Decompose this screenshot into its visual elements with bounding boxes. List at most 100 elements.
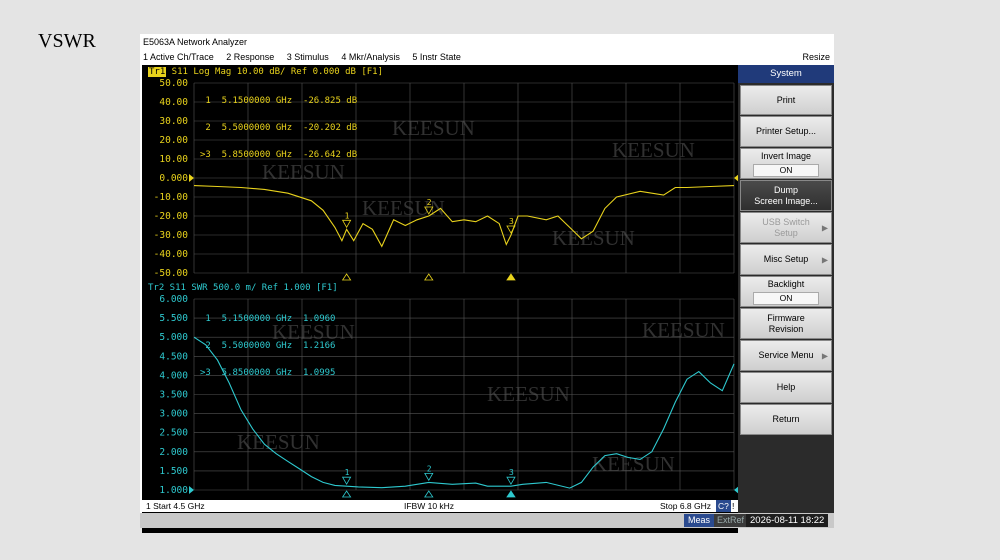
trace1-ytick: -20.00 xyxy=(154,211,189,222)
trace1-marker-label-1: 1 xyxy=(345,211,350,220)
status-line: 1 Start 4.5 GHz IFBW 10 kHz Stop 6.8 GHz… xyxy=(142,500,738,512)
watermark-text: KEESUN xyxy=(237,430,320,454)
trace2-ytick: 6.000 xyxy=(159,294,188,305)
measurement-screen: 50.00 40.00 30.00 20.00 10.00 0.000 -10.00 -20.… xyxy=(142,65,738,533)
return-button[interactable]: Return xyxy=(740,404,832,435)
printer-setup-label: Printer Setup... xyxy=(755,126,817,136)
trace1-ytick: 0.000 xyxy=(159,173,188,184)
trace2-ytick: 3.500 xyxy=(159,390,188,401)
trace1-marker-indicator-1 xyxy=(341,273,352,281)
trace2-ytick: 5.000 xyxy=(159,332,188,343)
menu-mkr-analysis[interactable]: 4 Mkr/Analysis xyxy=(341,52,400,62)
ifbw-value: IFBW 10 kHz xyxy=(404,501,455,511)
trace1-marker-label-2: 2 xyxy=(427,198,432,207)
window-title: E5063A Network Analyzer xyxy=(143,37,248,47)
watermark-text: KEESUN xyxy=(612,138,695,162)
invert-image-button[interactable]: Invert Image ON xyxy=(740,148,832,179)
trace2-marker-3 xyxy=(506,476,516,485)
dump-screen-image-button[interactable]: Dump Screen Image... xyxy=(740,180,832,211)
trace2-ytick: 3.000 xyxy=(159,409,188,420)
print-label: Print xyxy=(776,94,796,105)
backlight-value: ON xyxy=(753,291,819,305)
usb-switch-setup-button[interactable]: USB Switch Setup ▶ xyxy=(740,212,832,243)
service-menu-label: Service Menu xyxy=(758,350,814,360)
trace1-marker-indicator-3 xyxy=(506,273,516,281)
firmware-label: Firmware xyxy=(767,312,805,323)
menu-instr-state[interactable]: 5 Instr State xyxy=(412,52,461,62)
trace1-ytick: -30.00 xyxy=(154,230,189,241)
menu-response[interactable]: 2 Response xyxy=(226,52,274,62)
dump-label2: Screen Image... xyxy=(754,195,818,206)
trace2-marker-3: >3 5.8500000 GHz 1.0995 xyxy=(200,368,336,378)
analyzer-window: E5063A Network Analyzer 1 Active Ch/Trac… xyxy=(140,34,834,533)
help-label: Help xyxy=(776,382,796,392)
trace2-ytick: 4.000 xyxy=(159,370,188,381)
menu-bar: 1 Active Ch/Trace 2 Response 3 Stimulus … xyxy=(140,50,834,64)
printer-setup-button[interactable]: Printer Setup... xyxy=(740,116,832,147)
trace1-marker-table: 1 5.1500000 GHz -26.825 dB 2 5.5000000 G… xyxy=(200,79,357,178)
stop-frequency: Stop 6.8 GHz xyxy=(660,501,712,511)
warning-indicator: ! xyxy=(732,501,735,511)
trace1-ytick: 10.00 xyxy=(159,154,188,165)
trace1-ytick: -40.00 xyxy=(154,249,189,260)
print-button[interactable]: Print xyxy=(740,85,832,115)
invert-image-label: Invert Image xyxy=(760,150,812,161)
menu-active-ch-trace[interactable]: 1 Active Ch/Trace xyxy=(143,52,214,62)
chevron-right-icon: ▶ xyxy=(821,255,828,264)
firmware-revision-button[interactable]: Firmware Revision xyxy=(740,308,832,339)
misc-setup-label: Misc Setup xyxy=(763,254,809,264)
trace1-marker-label-3: 3 xyxy=(509,217,514,226)
trace2-ytick: 2.500 xyxy=(159,428,188,439)
trace1-marker-3: >3 5.8500000 GHz -26.642 dB xyxy=(200,150,358,160)
trace1-marker-1 xyxy=(341,219,352,229)
watermark-text: KEESUN xyxy=(642,318,725,342)
menu-stimulus[interactable]: 3 Stimulus xyxy=(287,52,329,62)
trace2-marker-indicator-1 xyxy=(341,490,352,498)
firmware-label2: Revision xyxy=(768,323,804,334)
trace2-marker-1: 1 5.1500000 GHz 1.0960 xyxy=(200,314,336,324)
trace1-marker-indicator-2 xyxy=(424,273,434,281)
trace2-marker-table: 1 5.1500000 GHz 1.0960 2 5.5000000 GHz 1… xyxy=(200,297,335,396)
trace1-header: Tr1 S11 Log Mag 10.00 dB/ Ref 0.000 dB [… xyxy=(148,67,383,77)
trace2-ytick: 2.000 xyxy=(159,447,188,458)
resize-button[interactable]: Resize xyxy=(802,50,830,64)
trace2-header: Tr2 S11 SWR 500.0 m/ Ref 1.000 [F1] xyxy=(148,283,338,293)
trace1-marker-1: 1 5.1500000 GHz -26.825 dB xyxy=(200,96,358,106)
backlight-label: Backlight xyxy=(767,278,805,289)
service-menu-button[interactable]: Service Menu ▶ xyxy=(740,340,832,371)
trace1-ytick: 30.00 xyxy=(159,116,188,127)
misc-setup-button[interactable]: Misc Setup ▶ xyxy=(740,244,832,275)
trace2-marker-indicator-3 xyxy=(506,490,516,498)
return-label: Return xyxy=(772,414,800,424)
watermark-text: KEESUN xyxy=(392,116,475,140)
chevron-right-icon: ▶ xyxy=(821,223,828,232)
caption-vswr: VSWR xyxy=(38,30,96,52)
usb-switch-label2: Setup xyxy=(774,227,798,238)
trace1-marker-2: 2 5.5000000 GHz -20.202 dB xyxy=(200,123,358,133)
trace1-ref-arrow xyxy=(189,174,194,182)
trace2-ytick: 4.500 xyxy=(159,351,188,362)
trace2-marker-2 xyxy=(424,472,434,482)
start-frequency: 1 Start 4.5 GHz xyxy=(146,501,205,511)
trace1-ytick: -10.00 xyxy=(154,192,189,203)
help-button[interactable]: Help xyxy=(740,372,832,403)
channel-badge: C? xyxy=(716,500,731,512)
trace2-ytick: 1.000 xyxy=(159,485,188,496)
trace1-badge[interactable]: Tr1 xyxy=(148,67,167,77)
trace2-marker-label-2: 2 xyxy=(427,464,432,473)
trace2-marker-1 xyxy=(341,476,352,485)
trace2-marker-indicator-2 xyxy=(424,490,434,498)
extref-indicator: ExtRef xyxy=(714,514,748,527)
dump-label: Dump xyxy=(773,184,798,195)
trace2-ytick: 1.500 xyxy=(159,466,188,477)
date-time: 2026-08-11 18:22 xyxy=(746,514,829,527)
invert-image-value: ON xyxy=(753,163,819,177)
meas-indicator[interactable]: Meas xyxy=(684,514,715,527)
bottom-status-bar: Meas ExtRef 2026-08-11 18:22 xyxy=(140,513,834,528)
trace2-ytick: 5.500 xyxy=(159,313,188,324)
trace2-ref-arrow xyxy=(189,486,194,494)
backlight-button[interactable]: Backlight ON xyxy=(740,276,832,307)
trace1-ytick: 40.00 xyxy=(159,97,188,108)
trace1-ytick: -50.00 xyxy=(154,268,189,279)
trace1-ytick: 20.00 xyxy=(159,135,188,146)
